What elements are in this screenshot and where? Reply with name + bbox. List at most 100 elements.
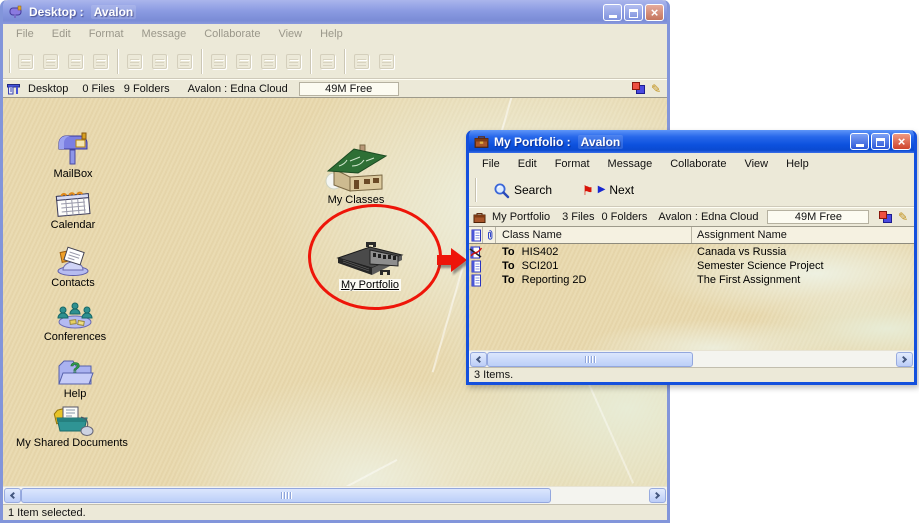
toolbar-button-disabled[interactable]	[207, 50, 230, 73]
annotation-circle	[308, 204, 442, 310]
play-icon: ▶	[598, 185, 606, 195]
edit-pencil-icon[interactable]: ✎	[651, 83, 661, 95]
menu-view[interactable]: View	[269, 28, 311, 40]
table-row[interactable]: ToReporting 2D The First Assignment	[469, 273, 914, 287]
toolbar-button-disabled[interactable]	[173, 50, 196, 73]
menu-file[interactable]: File	[7, 28, 43, 40]
assignment-list[interactable]: ToHIS402 Canada vs Russia ToSCI201 Semes…	[469, 244, 914, 350]
notebook-icon	[471, 229, 481, 242]
icon-label: Help	[27, 388, 123, 400]
title-object: My Portfolio :	[494, 135, 571, 149]
scroll-right-button[interactable]	[896, 352, 913, 367]
scroll-left-button[interactable]	[4, 488, 21, 503]
menu-format[interactable]: Format	[546, 158, 599, 170]
minimize-button[interactable]	[603, 4, 622, 21]
contacts-icon	[53, 244, 93, 276]
search-label: Search	[514, 183, 552, 197]
icon-label: MailBox	[25, 168, 121, 180]
map-path	[291, 459, 398, 486]
portfolio-icon	[473, 212, 486, 223]
table-row[interactable]: ToHIS402 Canada vs Russia	[469, 245, 914, 259]
toolbar-button-disabled[interactable]	[316, 50, 339, 73]
maximize-button[interactable]	[624, 4, 643, 21]
toolbar-button-disabled[interactable]	[148, 50, 171, 73]
scroll-left-button[interactable]	[470, 352, 487, 367]
menu-collaborate[interactable]: Collaborate	[661, 158, 735, 170]
conferences-icon	[54, 300, 96, 330]
desktop-icon-shared-documents[interactable]: My Shared Documents	[3, 404, 147, 449]
toolbar-button-disabled[interactable]	[39, 50, 62, 73]
desktop-icon-help[interactable]: ? Help	[27, 357, 123, 400]
assignment-name: Semester Science Project	[692, 260, 914, 272]
portfolio-infobar: My Portfolio 3 Files 0 Folders Avalon : …	[469, 207, 914, 227]
portfolio-titlebar[interactable]: My Portfolio : Avalon ×	[469, 130, 914, 153]
desktop-icon-conferences[interactable]: Conferences	[27, 300, 123, 343]
menu-edit[interactable]: Edit	[509, 158, 546, 170]
to-flag: To	[502, 246, 515, 258]
desktop-toolbar	[3, 44, 667, 79]
desktop-icon-contacts[interactable]: Contacts	[25, 244, 121, 289]
portfolio-horizontal-scrollbar[interactable]	[469, 350, 914, 367]
desktop-menubar: File Edit Format Message Collaborate Vie…	[3, 24, 667, 44]
my-classes-icon	[324, 139, 388, 193]
folder-name: My Portfolio	[492, 211, 550, 223]
close-button[interactable]: ×	[892, 133, 911, 150]
selection-status: 1 Item selected.	[8, 507, 86, 519]
unread-item-icon	[469, 246, 482, 259]
attachment-column-icon[interactable]	[483, 229, 495, 241]
annotation-arrow-icon	[437, 246, 469, 276]
desktop-icon-mailbox[interactable]: MailBox	[25, 131, 121, 180]
title-server: Avalon	[578, 135, 624, 149]
toolbar-button-disabled[interactable]	[282, 50, 305, 73]
menu-view[interactable]: View	[735, 158, 777, 170]
desktop-horizontal-scrollbar[interactable]	[3, 486, 667, 504]
menu-format[interactable]: Format	[80, 28, 133, 40]
title-object: Desktop :	[29, 5, 84, 19]
toolbar-button-disabled[interactable]	[350, 50, 373, 73]
maximize-button[interactable]	[871, 133, 890, 150]
scroll-right-button[interactable]	[649, 488, 666, 503]
menu-help[interactable]: Help	[311, 28, 352, 40]
menu-message[interactable]: Message	[133, 28, 196, 40]
menu-file[interactable]: File	[473, 158, 509, 170]
list-header[interactable]: Class Name Assignment Name	[469, 227, 914, 244]
toolbar-grip[interactable]	[475, 178, 477, 202]
menu-collaborate[interactable]: Collaborate	[195, 28, 269, 40]
view-layout-icon[interactable]	[878, 211, 893, 224]
server-name: Avalon : Edna Cloud	[188, 83, 288, 95]
toolbar-button-disabled[interactable]	[375, 50, 398, 73]
menu-help[interactable]: Help	[777, 158, 818, 170]
view-layout-icon[interactable]	[631, 82, 646, 95]
shared-documents-icon	[49, 404, 95, 436]
toolbar-button-disabled[interactable]	[232, 50, 255, 73]
toolbar-button-disabled[interactable]	[257, 50, 280, 73]
close-button[interactable]: ×	[645, 4, 664, 21]
icon-label: My Shared Documents	[3, 437, 147, 449]
toolbar-button-disabled[interactable]	[64, 50, 87, 73]
search-button[interactable]: Search	[487, 180, 558, 201]
desktop-icon-my-classes[interactable]: My Classes	[308, 139, 404, 206]
file-count: 3 Files	[562, 211, 594, 223]
calendar-icon	[53, 188, 93, 218]
scroll-thumb[interactable]	[21, 488, 551, 503]
desktop-titlebar[interactable]: Desktop : Avalon ×	[3, 0, 667, 24]
icon-label: My Classes	[308, 194, 404, 206]
menu-edit[interactable]: Edit	[43, 28, 80, 40]
toolbar-button-disabled[interactable]	[123, 50, 146, 73]
toolbar-button-disabled[interactable]	[14, 50, 37, 73]
menu-message[interactable]: Message	[599, 158, 662, 170]
next-button[interactable]: ⚑▶ Next	[576, 181, 640, 199]
column-header-class-name[interactable]: Class Name	[496, 229, 691, 241]
column-header-assignment-name[interactable]: Assignment Name	[692, 229, 914, 241]
toolbar-grip[interactable]	[9, 49, 11, 73]
item-type-column-icon[interactable]	[469, 229, 482, 242]
table-row[interactable]: ToSCI201 Semester Science Project	[469, 259, 914, 273]
edit-pencil-icon[interactable]: ✎	[898, 211, 908, 223]
desktop-icon-calendar[interactable]: Calendar	[25, 188, 121, 231]
toolbar-button-disabled[interactable]	[89, 50, 112, 73]
free-space-indicator: 49M Free	[299, 82, 399, 96]
scroll-thumb[interactable]	[487, 352, 693, 367]
minimize-button[interactable]	[850, 133, 869, 150]
flag-icon: ⚑	[582, 184, 594, 197]
toolbar-separator	[201, 49, 202, 74]
